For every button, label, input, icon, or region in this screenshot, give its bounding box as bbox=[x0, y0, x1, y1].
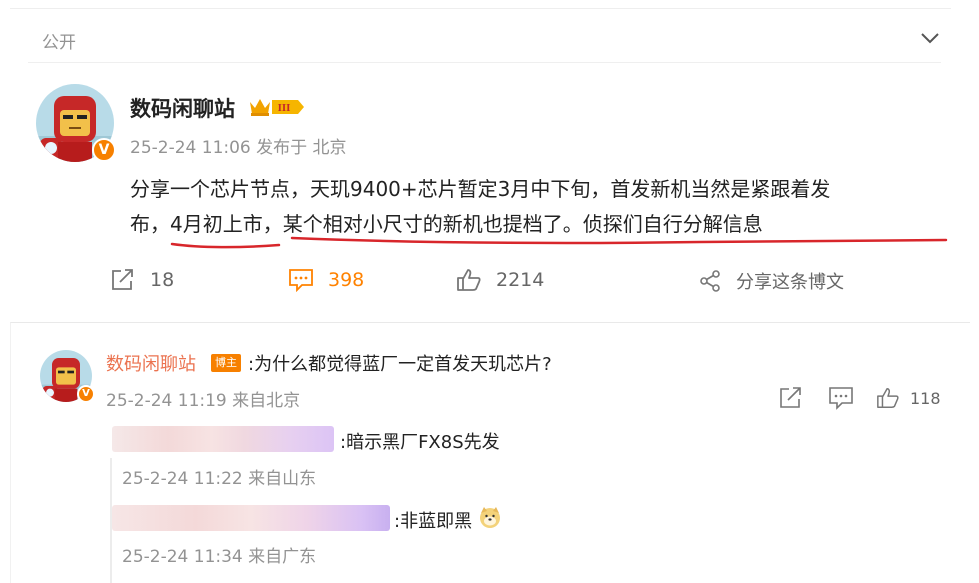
repost-icon bbox=[112, 269, 133, 290]
post-timestamp[interactable]: 25-2-24 11:06 bbox=[130, 138, 251, 158]
post-location: 发布于 北京 bbox=[256, 138, 347, 158]
vip-level-text: III bbox=[278, 102, 291, 114]
like-count: 2214 bbox=[496, 269, 545, 291]
verified-badge-icon: V bbox=[92, 138, 116, 162]
comment-author[interactable]: 数码闲聊站 bbox=[106, 350, 196, 376]
comment-like-count: 118 bbox=[910, 388, 941, 408]
comment-like-button[interactable]: 118 bbox=[876, 386, 941, 410]
comment-avatar[interactable]: V bbox=[40, 350, 95, 403]
verified-badge-icon: V bbox=[77, 385, 95, 403]
comment-meta: 25-2-24 11:19 来自北京 bbox=[106, 391, 301, 411]
share-post-label: 分享这条博文 bbox=[736, 272, 844, 293]
avatar[interactable]: V bbox=[36, 84, 116, 162]
reply-text: :非蓝即黑 bbox=[394, 511, 473, 532]
vip-crown-badge-icon[interactable]: III bbox=[248, 96, 306, 118]
comment-text: :为什么都觉得蓝厂一定首发天玑芯片? bbox=[248, 354, 552, 375]
reply-meta: 25-2-24 11:22 来自山东 bbox=[122, 469, 317, 489]
visibility-label: 公开 bbox=[42, 33, 76, 53]
thumbs-up-icon bbox=[457, 269, 481, 291]
blurred-username bbox=[112, 505, 390, 531]
repost-count: 18 bbox=[150, 269, 175, 291]
doge-emoji-icon bbox=[480, 507, 500, 528]
like-button[interactable]: 2214 bbox=[456, 268, 544, 292]
comment-count: 398 bbox=[328, 269, 365, 291]
post-text-line-1: 分享一个芯片节点，天玑9400+芯片暂定3月中下旬，首发新机当然是紧跟着发 bbox=[130, 177, 831, 201]
share-post-button[interactable]: 分享这条博文 bbox=[698, 268, 844, 294]
share-icon bbox=[700, 270, 720, 292]
reply-text: :暗示黑厂FX8S先发 bbox=[340, 432, 500, 453]
comment-reply-icon[interactable] bbox=[828, 386, 854, 410]
author-name[interactable]: 数码闲聊站 bbox=[130, 93, 235, 123]
post-text-line-2: 布，4月初上市，某个相对小尺寸的新机也提档了。侦探们自行分解信息 bbox=[130, 212, 763, 236]
top-divider bbox=[10, 8, 951, 9]
reply-meta: 25-2-24 11:34 来自广东 bbox=[122, 547, 317, 567]
post-meta: 25-2-24 11:06 发布于 北京 bbox=[130, 133, 347, 158]
repost-button[interactable]: 18 bbox=[110, 268, 174, 292]
comment-icon bbox=[289, 269, 313, 292]
post-body: 分享一个芯片节点，天玑9400+芯片暂定3月中下旬，首发新机当然是紧跟着发 布，… bbox=[130, 172, 930, 242]
chevron-down-icon[interactable] bbox=[918, 28, 942, 48]
header-divider bbox=[28, 62, 941, 63]
comment-repost-icon[interactable] bbox=[778, 386, 804, 410]
thumbs-up-icon bbox=[877, 388, 899, 408]
blogger-badge: 博主 bbox=[211, 354, 241, 372]
blurred-username bbox=[112, 426, 334, 452]
comment-button[interactable]: 398 bbox=[288, 268, 364, 292]
